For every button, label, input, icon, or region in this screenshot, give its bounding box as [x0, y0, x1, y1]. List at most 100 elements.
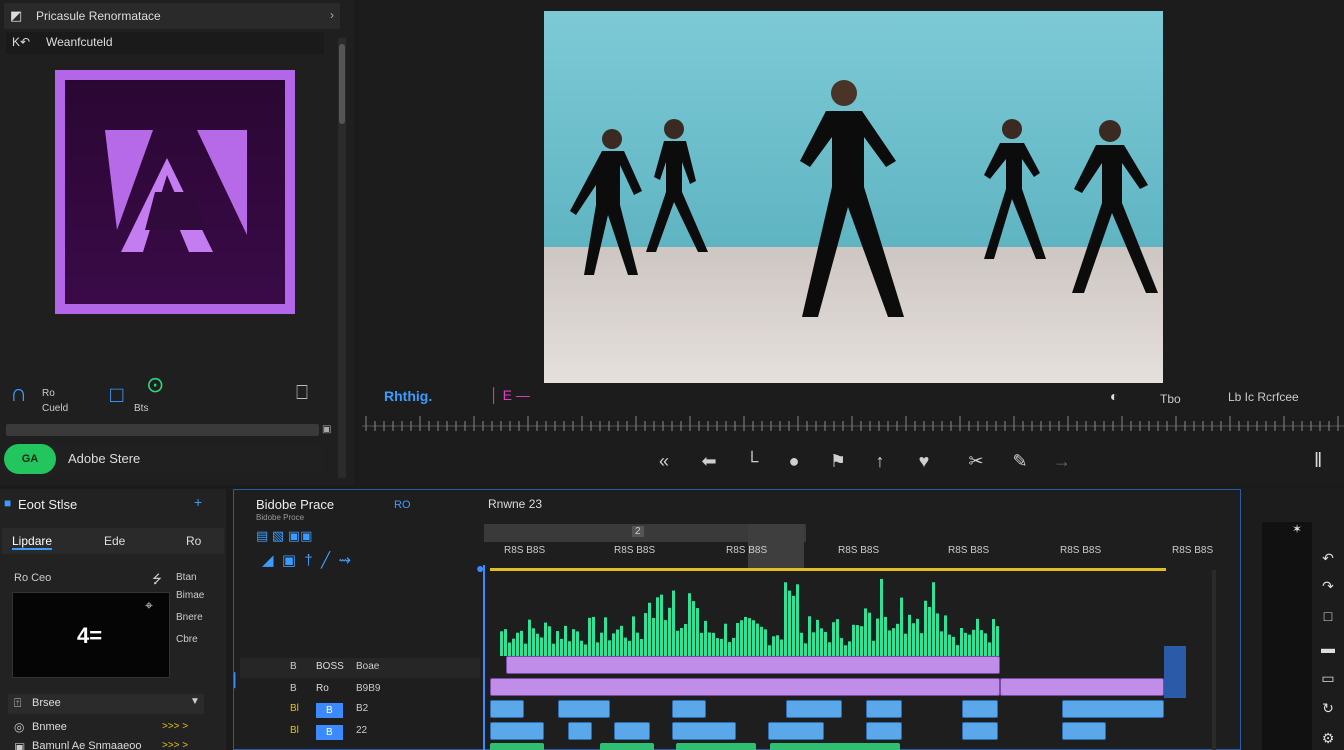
list-item-2[interactable]: Bamunl Ae Snmaaeoo	[32, 740, 141, 750]
mark-in-icon[interactable]: └	[738, 447, 766, 475]
pause-icon[interactable]: ‖	[1314, 450, 1322, 473]
ga-button[interactable]: GA	[4, 444, 56, 474]
track-header[interactable]: Bl B 22	[240, 722, 480, 742]
record-icon[interactable]: ●	[780, 447, 808, 475]
list-item-1[interactable]: Bnmee	[32, 721, 67, 733]
step-back-icon[interactable]: «	[650, 447, 678, 475]
track-header[interactable]: Bl B B2	[240, 700, 480, 720]
expand-icon[interactable]: ▣	[322, 424, 331, 435]
track-lock[interactable]: Bl	[290, 703, 299, 714]
clip-purple[interactable]	[1000, 678, 1164, 696]
up-arrow-icon[interactable]: ↑	[866, 447, 894, 475]
camera-icon[interactable]: ◐	[1110, 388, 1118, 404]
cut-icon[interactable]: ✂	[962, 447, 990, 475]
panel-menu-icon[interactable]: ◩	[10, 8, 22, 24]
trash-icon[interactable]: ⎕	[296, 382, 308, 405]
screen-icon[interactable]: ▭	[1316, 670, 1340, 692]
track-name[interactable]: Ro	[316, 683, 329, 694]
clip-blue[interactable]	[672, 700, 706, 718]
timeline-tools-row1[interactable]: ▤ ▧ ▣▣	[256, 528, 312, 544]
folder-icon[interactable]: ▬	[1316, 640, 1340, 662]
project-scrollbar[interactable]	[338, 38, 346, 478]
clip-blue[interactable]	[768, 722, 824, 740]
waveform-bar	[584, 644, 587, 656]
tools-close-icon[interactable]: ✶	[1292, 522, 1302, 536]
link-icon[interactable]: ⊙	[146, 372, 164, 398]
track-name[interactable]: BOSS	[316, 661, 344, 672]
frame-icon[interactable]: □	[1316, 608, 1340, 630]
clip-blue[interactable]	[962, 700, 998, 718]
waveform-bar	[672, 590, 675, 656]
monitor-right-label-2[interactable]: Lb Ic Rcrfcee	[1228, 390, 1299, 404]
clip-blue[interactable]	[786, 700, 842, 718]
track-header[interactable]: B BOSS Boae	[240, 658, 480, 678]
playhead[interactable]	[483, 565, 485, 750]
timeline-title: Bidobe Prace	[256, 497, 335, 512]
track-lock[interactable]: B	[290, 683, 297, 694]
panel-options-icon[interactable]: ›	[330, 8, 334, 22]
clip-blue[interactable]	[568, 722, 592, 740]
clip-blue[interactable]	[1062, 700, 1164, 718]
icon-label-ro: Ro	[42, 388, 55, 399]
clip-green[interactable]	[676, 743, 756, 750]
clip-purple[interactable]	[490, 678, 1000, 696]
waveform-bar	[924, 600, 927, 656]
track-name[interactable]: B	[316, 725, 343, 740]
lock-icon[interactable]: ∩	[10, 380, 27, 408]
undo-icon[interactable]: ↶	[1316, 550, 1340, 572]
pen-icon[interactable]: ✎	[1006, 447, 1034, 475]
settings-icon[interactable]: ⚙	[1316, 730, 1340, 750]
adobe-stock-label[interactable]: Adobe Stere	[68, 451, 140, 466]
clip-blue[interactable]	[866, 722, 902, 740]
redo-icon[interactable]: ↷	[1316, 578, 1340, 600]
timecode-display[interactable]: Rhthig.	[384, 388, 432, 404]
video-preview[interactable]	[544, 11, 1163, 383]
monitor-ruler[interactable]	[362, 412, 1344, 436]
tab-lipdare[interactable]: Lipdare	[12, 534, 53, 550]
clip-purple[interactable]	[506, 656, 1000, 674]
scrollbar-thumb[interactable]	[339, 44, 345, 124]
waveform-bar	[832, 622, 835, 656]
clip-blue[interactable]	[490, 700, 524, 718]
heart-icon[interactable]: ♥	[910, 447, 938, 475]
crop-icon[interactable]: □	[110, 382, 123, 408]
waveform-bar	[696, 608, 699, 656]
mark-icons[interactable]: │ E —	[490, 387, 530, 403]
track-lock[interactable]: B	[290, 661, 297, 672]
flag-icon[interactable]: ⚑	[824, 447, 852, 475]
clip-green[interactable]	[490, 743, 544, 750]
track-lock[interactable]: Bl	[290, 725, 299, 736]
monitor-right-label-1[interactable]: Tbo	[1160, 392, 1181, 406]
list-arrows-2[interactable]: >>> >	[162, 740, 188, 750]
clip-blue[interactable]	[1062, 722, 1106, 740]
row-label-cbre: Cbre	[176, 634, 198, 645]
waveform-bar	[848, 641, 851, 656]
ruler-marker[interactable]: 2	[632, 526, 644, 537]
clip-blue[interactable]	[672, 722, 736, 740]
clip-green[interactable]	[600, 743, 654, 750]
tab-ede[interactable]: Ede	[104, 534, 125, 548]
track-name[interactable]: B	[316, 703, 343, 718]
timeline-tool-label[interactable]: RO	[394, 499, 411, 511]
list-arrows-1[interactable]: >>> >	[162, 721, 188, 732]
waveform-bar	[932, 582, 935, 656]
track-header[interactable]: B Ro B9B9	[240, 680, 480, 700]
clip-blue[interactable]	[962, 722, 998, 740]
eyedropper-icon[interactable]: ⌖	[145, 597, 153, 614]
back-icon[interactable]: K↶	[12, 35, 30, 49]
timeline-tools-row2[interactable]: ◢ ▣ † ╱ ⇝	[262, 551, 351, 569]
tab-ro[interactable]: Ro	[186, 534, 201, 548]
sync-icon[interactable]: ↻	[1316, 700, 1340, 722]
playhead-handle[interactable]: ●	[476, 560, 484, 576]
row-label-btan: Btan	[176, 572, 197, 583]
clip-green[interactable]	[770, 743, 900, 750]
forward-icon[interactable]: →	[1048, 447, 1076, 475]
clip-blue[interactable]	[490, 722, 544, 740]
rewind-icon[interactable]: ⬅	[695, 447, 723, 475]
effect-add-icon[interactable]: +	[194, 494, 202, 510]
clip-blue[interactable]	[558, 700, 610, 718]
transfer-icon[interactable]: ⭍	[152, 570, 162, 591]
clip-blue[interactable]	[614, 722, 650, 740]
clip-blue[interactable]	[866, 700, 902, 718]
waveform-bar	[856, 625, 859, 656]
